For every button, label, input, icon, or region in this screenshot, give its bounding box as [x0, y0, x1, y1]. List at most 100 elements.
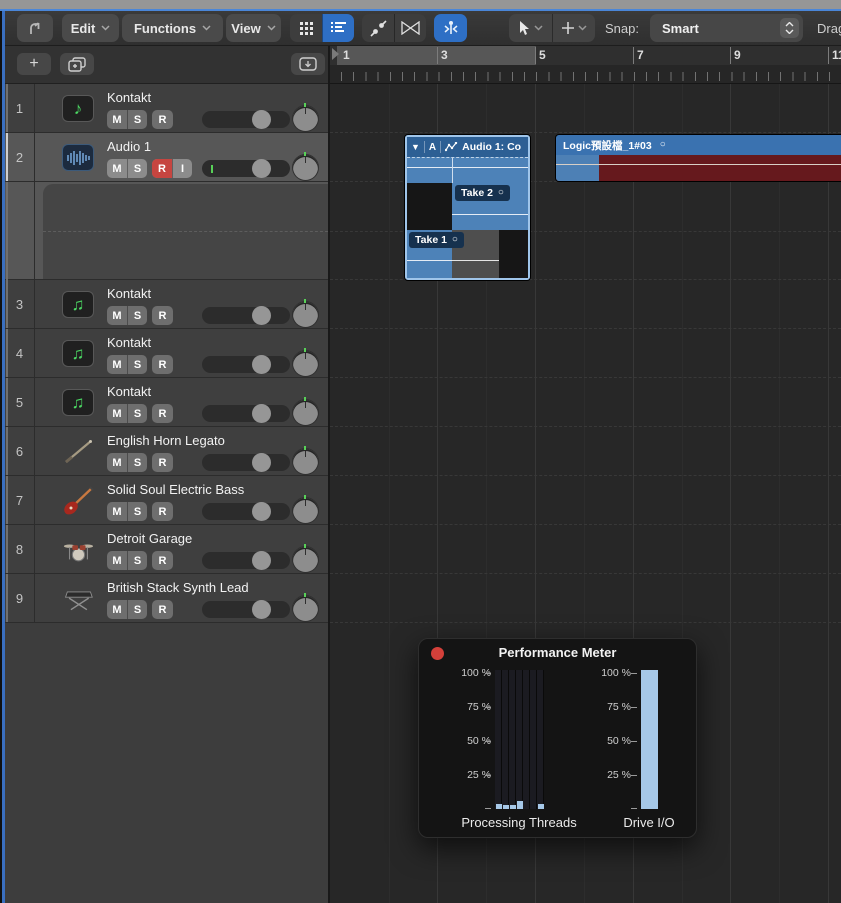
mute-button[interactable]: M	[107, 453, 127, 472]
pan-knob[interactable]	[293, 449, 318, 474]
instrument-icon-box[interactable]: ♫	[62, 340, 94, 367]
mute-button[interactable]: M	[107, 551, 127, 570]
mute-button[interactable]: M	[107, 355, 127, 374]
track-name[interactable]: Solid Soul Electric Bass	[107, 482, 244, 497]
track-name[interactable]: Kontakt	[107, 286, 151, 301]
mute-button[interactable]: M	[107, 159, 127, 178]
edit-menu-button[interactable]: Edit	[62, 14, 119, 42]
track-name[interactable]: British Stack Synth Lead	[107, 580, 249, 595]
instrument-icon-box[interactable]	[62, 144, 94, 171]
solo-button[interactable]: S	[127, 551, 147, 570]
take-2-label-chip[interactable]: Take 2 ○	[455, 185, 510, 201]
instrument-icon-box[interactable]: ♫	[62, 291, 94, 318]
volume-knob[interactable]	[252, 453, 271, 472]
track-row-2[interactable]: 2 Audio 1 M S R I	[5, 133, 328, 182]
take-select-circle-icon[interactable]: ○	[452, 235, 458, 245]
record-enable-button[interactable]: R	[152, 600, 173, 619]
volume-knob[interactable]	[252, 355, 271, 374]
volume-slider[interactable]	[202, 405, 290, 422]
take-folder-header[interactable]: ▼ A Audio 1: Co	[407, 137, 528, 157]
solo-button[interactable]: S	[127, 110, 147, 129]
automation-button[interactable]	[362, 14, 394, 42]
take-select-circle-icon[interactable]: ○	[660, 140, 666, 150]
comp-icon[interactable]	[445, 142, 458, 152]
volume-slider[interactable]	[202, 601, 290, 618]
collapse-track-headers-button[interactable]	[291, 53, 325, 75]
solo-button[interactable]: S	[127, 453, 147, 472]
record-enable-button[interactable]: R	[152, 551, 173, 570]
solo-button[interactable]: S	[127, 502, 147, 521]
view-menu-button[interactable]: View	[226, 14, 281, 42]
mute-button[interactable]: M	[107, 110, 127, 129]
track-name[interactable]: English Horn Legato	[107, 433, 225, 448]
instrument-icon-box[interactable]	[62, 536, 94, 563]
volume-knob[interactable]	[252, 600, 271, 619]
volume-slider[interactable]	[202, 454, 290, 471]
instrument-icon-box[interactable]: ♪	[62, 95, 94, 122]
performance-meter-window[interactable]: Performance Meter 100 % 75 % 50 % 25 % 1…	[418, 638, 697, 838]
mute-button[interactable]: M	[107, 502, 127, 521]
track-row-1[interactable]: 1 ♪ Kontakt M S R	[5, 84, 328, 133]
comp-a-button[interactable]: A	[429, 142, 436, 153]
record-enable-button[interactable]: R	[152, 453, 173, 472]
pan-knob[interactable]	[293, 155, 318, 180]
input-monitor-button[interactable]: I	[172, 159, 192, 178]
instrument-icon-box[interactable]	[62, 585, 94, 612]
instrument-icon-box[interactable]	[62, 438, 94, 465]
record-enable-button[interactable]: R	[152, 110, 173, 129]
volume-knob[interactable]	[252, 551, 271, 570]
solo-button[interactable]: S	[127, 404, 147, 423]
take-select-circle-icon[interactable]: ○	[498, 188, 504, 198]
take-1-label-chip[interactable]: Take 1 ○	[409, 232, 464, 248]
record-enable-button[interactable]: R	[152, 306, 173, 325]
track-name[interactable]: Kontakt	[107, 335, 151, 350]
solo-button[interactable]: S	[127, 600, 147, 619]
take-folder-region[interactable]: ▼ A Audio 1: Co Take 2 ○	[405, 135, 530, 280]
volume-knob[interactable]	[252, 502, 271, 521]
mute-button[interactable]: M	[107, 404, 127, 423]
track-row-6[interactable]: 6 English Horn Legato MS R	[5, 427, 328, 476]
take-1-lane[interactable]: Take 1 ○	[407, 230, 528, 278]
pan-knob[interactable]	[293, 351, 318, 376]
solo-button[interactable]: S	[127, 355, 147, 374]
track-row-7[interactable]: 7 Solid Soul Electric Bass MS R	[5, 476, 328, 525]
pan-knob[interactable]	[293, 547, 318, 572]
track-row-8[interactable]: 8 Detroit Garage MS R	[5, 525, 328, 574]
list-view-button[interactable]	[322, 14, 354, 42]
mute-button[interactable]: M	[107, 306, 127, 325]
volume-knob[interactable]	[252, 110, 271, 129]
comp-section-boundary[interactable]	[452, 158, 453, 183]
crossfade-button[interactable]	[394, 14, 426, 42]
instrument-icon-box[interactable]	[62, 487, 94, 514]
solo-button[interactable]: S	[127, 306, 147, 325]
recording-audio-region[interactable]: Logic預設檔_1#03 ○	[556, 135, 841, 181]
record-enable-button[interactable]: R	[152, 355, 173, 374]
comp-lane[interactable]	[407, 157, 528, 183]
pan-knob[interactable]	[293, 302, 318, 327]
volume-slider[interactable]	[202, 160, 290, 177]
track-row-9[interactable]: 9 British Stack Synth Lead MS R	[5, 574, 328, 623]
track-row-5[interactable]: 5 ♫ Kontakt MS R	[5, 378, 328, 427]
snap-dropdown[interactable]: Smart	[650, 14, 803, 42]
track-name[interactable]: Kontakt	[107, 384, 151, 399]
track-name[interactable]: Detroit Garage	[107, 531, 192, 546]
volume-slider[interactable]	[202, 111, 290, 128]
volume-slider[interactable]	[202, 356, 290, 373]
take-2-lane[interactable]: Take 2 ○	[407, 183, 528, 230]
track-name[interactable]: Kontakt	[107, 90, 151, 105]
functions-menu-button[interactable]: Functions	[122, 14, 223, 42]
bar-ruler[interactable]: 1 3 5 7 9 11	[330, 46, 841, 84]
record-enable-button[interactable]: R	[152, 404, 173, 423]
solo-button[interactable]: S	[127, 159, 147, 178]
mute-button[interactable]: M	[107, 600, 127, 619]
pan-knob[interactable]	[293, 106, 318, 131]
pan-knob[interactable]	[293, 498, 318, 523]
grid-view-button[interactable]	[290, 14, 322, 42]
pointer-tool-button[interactable]	[509, 14, 552, 42]
volume-knob[interactable]	[252, 404, 271, 423]
back-button[interactable]	[17, 14, 53, 42]
instrument-icon-box[interactable]: ♫	[62, 389, 94, 416]
secondary-tool-button[interactable]	[552, 14, 595, 42]
audio-region-header[interactable]: Logic預設檔_1#03 ○	[556, 135, 841, 155]
take-lane-headers[interactable]	[5, 182, 328, 280]
